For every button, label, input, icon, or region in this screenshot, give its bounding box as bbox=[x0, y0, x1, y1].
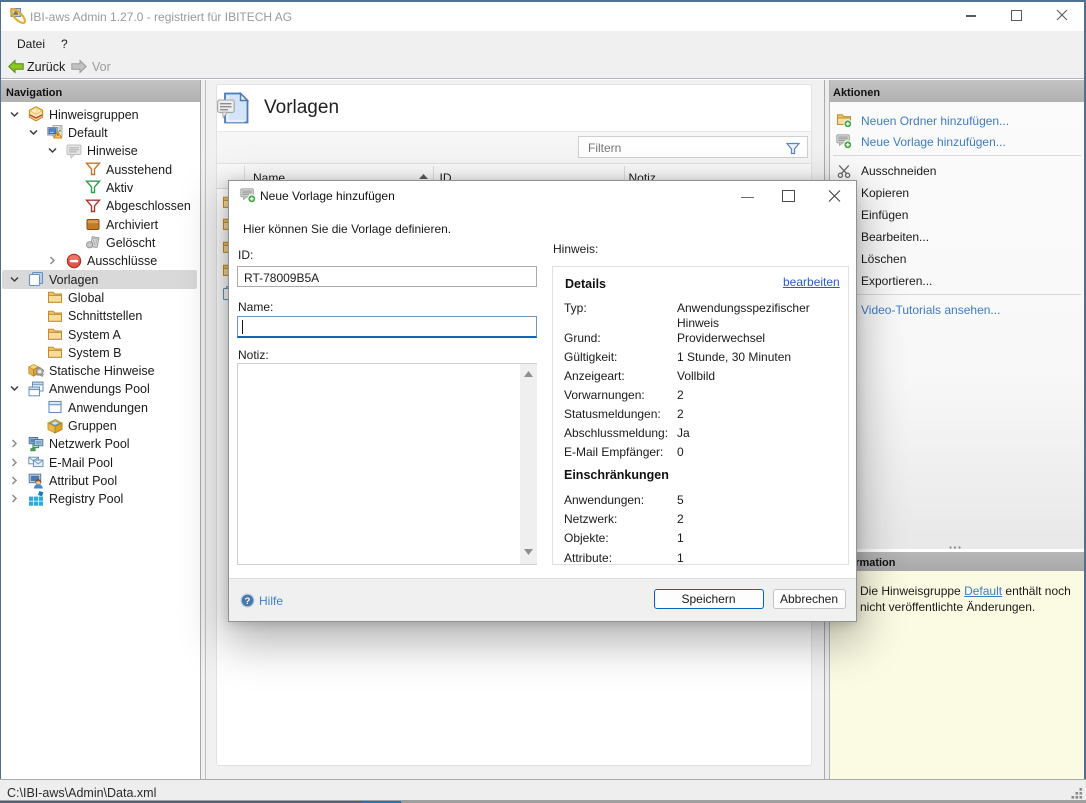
svg-text:?: ? bbox=[245, 596, 251, 607]
